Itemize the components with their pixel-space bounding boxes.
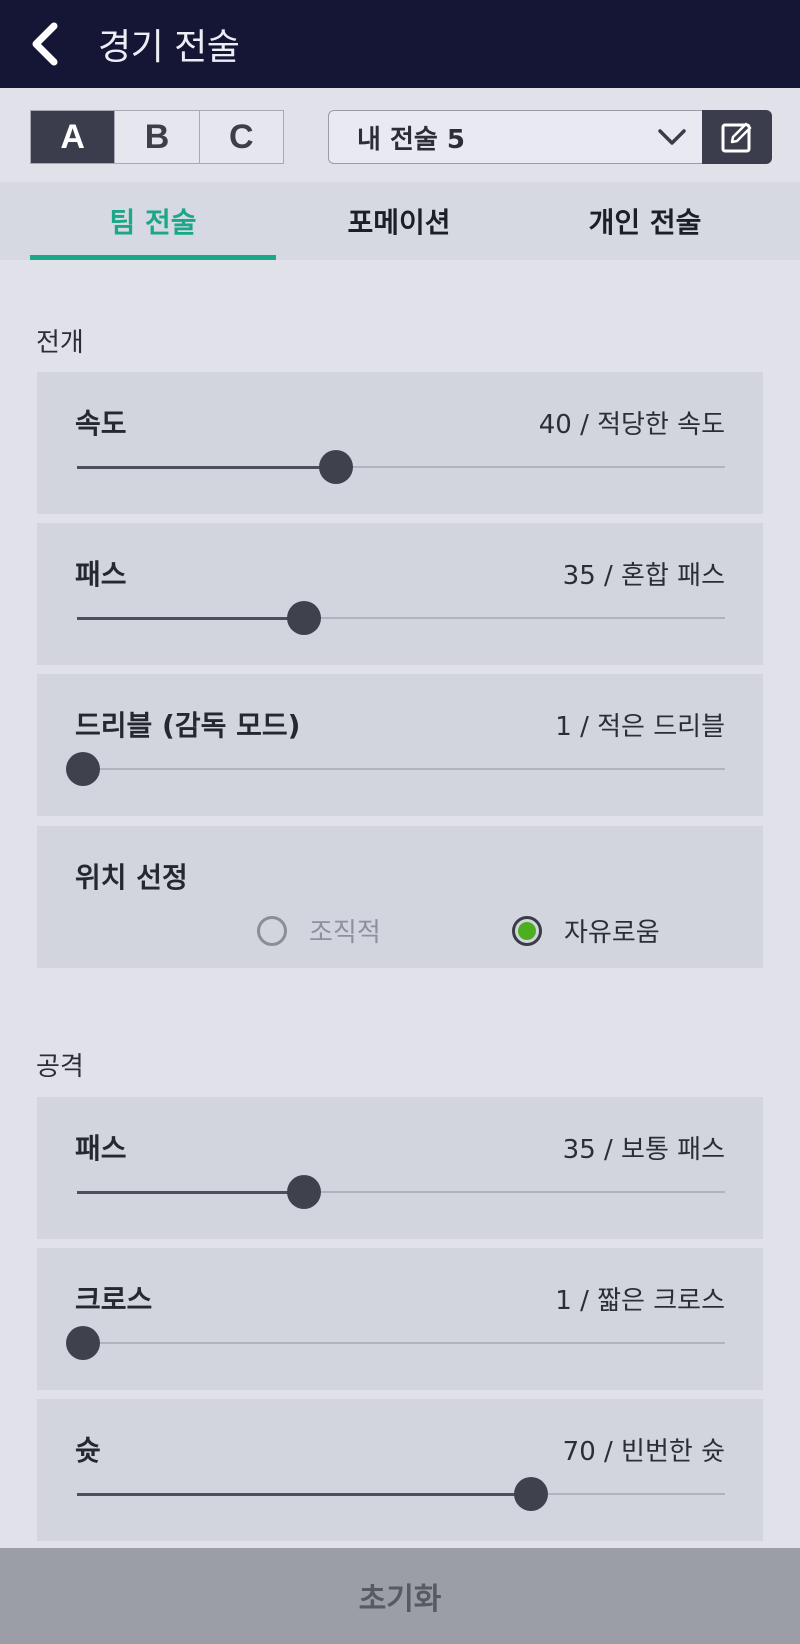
slider-fill	[77, 1492, 531, 1496]
radio-circle	[257, 915, 287, 946]
segment-c[interactable]: C	[200, 111, 283, 163]
edit-button[interactable]	[702, 110, 772, 164]
radio-organized[interactable]: 조직적	[257, 912, 381, 949]
segment-a[interactable]: A	[31, 111, 116, 163]
slider-thumb[interactable]	[66, 752, 101, 786]
chevron-down-icon	[642, 128, 702, 146]
setting-value: 1 / 짧은 크로스	[555, 1286, 725, 1316]
tab-formation[interactable]: 포메이션	[276, 182, 522, 260]
slider-thumb[interactable]	[513, 1477, 548, 1511]
setting-label: 위치 선정	[75, 861, 188, 894]
slider-thumb[interactable]	[286, 601, 321, 635]
setting-label: 패스	[75, 558, 127, 591]
setting-buildup-dribbling: 드리블 (감독 모드) 1 / 적은 드리블	[37, 674, 763, 816]
radio-selected-dot	[518, 921, 536, 940]
passing-slider[interactable]	[77, 1175, 725, 1209]
slider-thumb[interactable]	[66, 1326, 101, 1360]
slider-thumb[interactable]	[319, 450, 354, 484]
slider-thumb[interactable]	[286, 1175, 321, 1209]
page-title: 경기 전술	[98, 27, 240, 68]
reset-button[interactable]: 초기화	[0, 1548, 800, 1644]
radio-circle	[512, 915, 542, 946]
positioning-radio-group: 조직적 자유로움	[37, 912, 763, 952]
setting-label: 속도	[75, 407, 127, 440]
setting-label: 패스	[75, 1132, 127, 1165]
radio-label: 조직적	[309, 918, 381, 948]
dribbling-slider[interactable]	[66, 752, 725, 786]
top-bar: 경기 전술	[0, 0, 800, 88]
setting-value: 35 / 혼합 패스	[562, 561, 725, 591]
setting-label: 슛	[75, 1434, 101, 1467]
tab-individual-tactics[interactable]: 개인 전술	[522, 182, 768, 260]
slider-fill	[77, 616, 304, 620]
slider-fill	[77, 465, 337, 469]
preset-segment-control: A B C	[30, 110, 284, 164]
setting-buildup-passing: 패스 35 / 혼합 패스	[37, 523, 763, 665]
crossing-slider[interactable]	[66, 1326, 725, 1360]
chevron-left-icon	[32, 22, 58, 66]
preset-selector-row: A B C 내 전술 5	[30, 110, 772, 164]
setting-label: 드리블 (감독 모드)	[75, 709, 301, 742]
setting-attack-crossing: 크로스 1 / 짧은 크로스	[37, 1248, 763, 1390]
radio-label: 자유로움	[564, 918, 660, 948]
setting-value: 35 / 보통 패스	[562, 1135, 725, 1165]
section-title-buildup: 전개	[36, 328, 84, 358]
setting-buildup-speed: 속도 40 / 적당한 속도	[37, 372, 763, 514]
tab-team-tactics[interactable]: 팀 전술	[30, 182, 276, 260]
back-button[interactable]	[28, 0, 98, 88]
setting-value: 70 / 빈번한 슛	[562, 1437, 725, 1467]
preset-name: 내 전술 5	[357, 124, 465, 155]
setting-buildup-positioning: 위치 선정 조직적 자유로움	[37, 826, 763, 968]
setting-label: 크로스	[75, 1283, 153, 1316]
setting-attack-passing: 패스 35 / 보통 패스	[37, 1097, 763, 1239]
slider-fill	[77, 1190, 304, 1194]
radio-free[interactable]: 자유로움	[512, 912, 660, 949]
preset-dropdown[interactable]: 내 전술 5	[328, 110, 702, 164]
passing-slider[interactable]	[77, 601, 725, 635]
section-title-attack: 공격	[36, 1052, 84, 1082]
segment-b[interactable]: B	[115, 111, 200, 163]
tab-bar: 팀 전술 포메이션 개인 전술	[0, 182, 800, 260]
edit-icon	[721, 122, 752, 153]
speed-slider[interactable]	[77, 450, 725, 484]
setting-value: 40 / 적당한 속도	[538, 410, 725, 440]
shooting-slider[interactable]	[77, 1477, 725, 1511]
setting-value: 1 / 적은 드리블	[555, 712, 725, 742]
setting-attack-shooting: 슛 70 / 빈번한 슛	[37, 1399, 763, 1541]
